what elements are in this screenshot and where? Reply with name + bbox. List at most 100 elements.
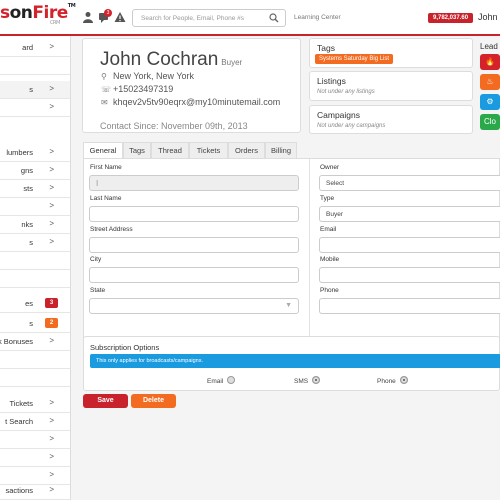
email-field[interactable] [319,237,500,253]
sidebar-item[interactable]: sts > [0,180,70,198]
lead-warm-button[interactable]: ♨ [480,74,500,90]
city-label: City [90,256,102,263]
phone-label: Phone [320,287,339,294]
street-field[interactable] [89,237,299,253]
search-input[interactable]: Search for People, Email, Phone #s [132,9,286,27]
sidebar-item[interactable]: ard > [0,39,70,57]
lead-settings-button[interactable]: ⚙ [480,94,500,110]
chevron-right-icon: > [49,183,54,192]
tab-orders[interactable]: Orders [228,142,265,158]
sidebar-item-label: sactions [5,486,33,495]
sidebar-item[interactable]: s > [0,234,70,252]
email-label: Email [320,226,337,233]
sidebar-item[interactable]: > [0,99,70,117]
contact-card: John Cochran Buyer ⚲ New York, New York ☏ +… [82,38,301,133]
sidebar-item[interactable]: s2 [0,315,70,333]
sidebar-item[interactable] [0,57,70,75]
campaigns-title: Campaigns [317,110,360,120]
contact-phone[interactable]: ☏ +15023497319 [101,84,173,94]
user-menu[interactable]: John C [478,12,500,22]
sidebar-item[interactable]: Tickets > [0,395,70,413]
sidebar-item-label: s [29,319,33,328]
sidebar-item-label: s [29,85,33,94]
top-bar: sonFireTM CRM 3 Search for People, Email… [0,0,500,36]
owner-select[interactable]: Select [319,175,500,191]
sidebar-item-label: gns [20,166,33,175]
sidebar-item[interactable]: es 3 [0,295,70,313]
warning-icon[interactable] [114,11,126,23]
lead-hot-button[interactable]: 🔥 [480,54,500,70]
state-select[interactable]: ▼ [89,298,299,314]
phone-icon: ☏ [101,85,112,94]
lead-close-button[interactable]: Clo [480,114,500,130]
logo[interactable]: sonFireTM CRM [0,3,76,26]
user-icon[interactable] [82,11,94,23]
phone-field[interactable] [319,298,500,314]
sidebar-item[interactable] [0,369,70,387]
sidebar-item[interactable]: > [0,198,70,216]
sidebar-item[interactable]: sactions > [0,482,70,500]
sidebar-item-label: sts [23,184,33,193]
sidebar-item[interactable] [0,252,70,270]
sidebar-item-label: ck Bonuses [0,337,33,346]
chevron-right-icon: > [49,237,54,246]
listings-title: Listings [317,76,346,86]
phone-radio[interactable] [399,376,408,384]
contact-email[interactable]: ✉ khqev2v5tv90eqrx@my10minutemail.com [101,97,280,107]
email-option[interactable]: Email [207,376,236,385]
sidebar-item[interactable]: gns > [0,162,70,180]
sidebar-item[interactable] [0,270,70,288]
learning-center-link[interactable]: Learning Center [294,14,341,21]
sidebar-item[interactable]: > [0,449,70,467]
chevron-right-icon: > [49,42,54,51]
notification-badge: 3 [104,9,112,17]
tab-thread[interactable]: Thread [151,142,189,158]
sidebar-item-label: Tickets [9,399,33,408]
tab-tickets[interactable]: Tickets [189,142,228,158]
tab-tags[interactable]: Tags [123,142,151,158]
chevron-right-icon: > [49,147,54,156]
first-name-field[interactable]: I [89,175,299,191]
sidebar-item[interactable]: nks > [0,216,70,234]
sidebar-item[interactable]: ck Bonuses > [0,333,70,351]
sidebar-item-label: es [25,299,33,308]
first-name-label: First Name [90,164,122,171]
sidebar-item[interactable]: s > [0,81,70,99]
chevron-right-icon: > [49,336,54,345]
sidebar: ard>s>>lumbers>gns>sts>>nks>s>es3s2ck Bo… [0,36,71,500]
tag-badge[interactable]: Systems Saturday Big List [315,54,394,64]
save-button[interactable]: Save [83,394,128,408]
type-select[interactable]: Buyer [319,206,500,222]
text-cursor-icon: I [96,179,99,188]
credits-badge[interactable]: 9,782,037.60 [428,13,474,23]
street-label: Street Address [90,226,133,233]
sidebar-item[interactable]: lumbers > [0,144,70,162]
sidebar-item[interactable] [0,351,70,369]
sidebar-item-label: ard [22,43,33,52]
sidebar-item-label: t Search [5,417,33,426]
tab-billing[interactable]: Billing [265,142,297,158]
sidebar-count-badge: 2 [45,318,58,328]
search-icon[interactable] [269,13,279,23]
sidebar-item[interactable]: t Search > [0,413,70,431]
campaigns-card: Campaigns Not under any campaigns [309,105,473,134]
listings-empty: Not under any listings [317,89,375,95]
contact-role: Buyer [221,58,243,67]
subscription-info: This only applies for broadcasts/campaig… [90,354,500,368]
chevron-right-icon: > [49,84,54,93]
chevron-right-icon: > [49,416,54,425]
delete-button[interactable]: Delete [131,394,176,408]
sidebar-item-label: lumbers [6,148,33,157]
dropdown-arrow-icon: ▼ [285,302,292,309]
chevron-right-icon: > [49,452,54,461]
sidebar-item[interactable]: > [0,431,70,449]
mobile-field[interactable] [319,267,500,283]
sms-option[interactable]: SMS [294,376,321,385]
city-field[interactable] [89,267,299,283]
subscription-card: Subscription Options This only applies f… [83,336,500,391]
tab-general[interactable]: General [83,142,123,158]
phone-option[interactable]: Phone [377,376,408,385]
email-radio[interactable] [227,376,236,384]
sms-radio[interactable] [312,376,321,384]
last-name-field[interactable] [89,206,299,222]
